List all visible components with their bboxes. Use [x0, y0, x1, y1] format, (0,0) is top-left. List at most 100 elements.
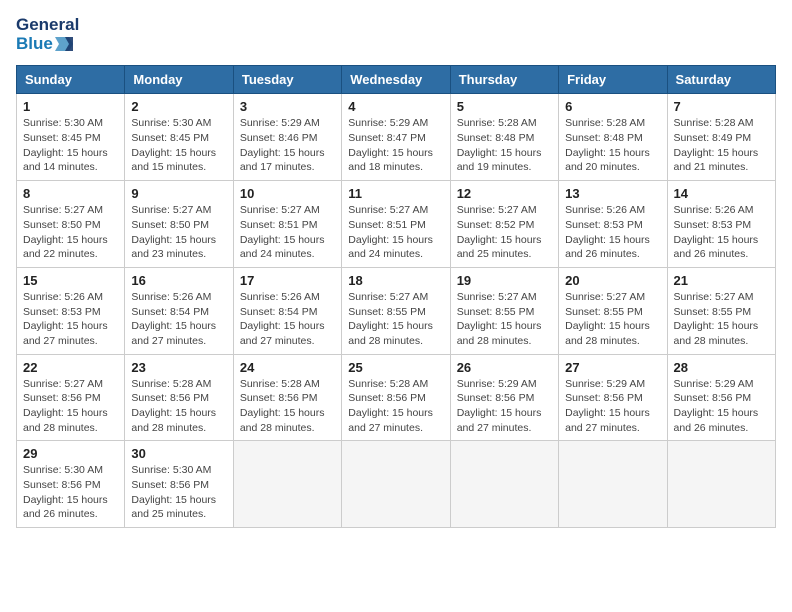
day-info: Sunrise: 5:29 AMSunset: 8:56 PMDaylight:…	[457, 377, 552, 436]
calendar-day-cell: 5 Sunrise: 5:28 AMSunset: 8:48 PMDaylight…	[450, 94, 558, 181]
weekday-header-row: SundayMondayTuesdayWednesdayThursdayFrid…	[17, 66, 776, 94]
calendar-day-cell: 24 Sunrise: 5:28 AMSunset: 8:56 PMDayligh…	[233, 354, 341, 441]
day-number: 25	[348, 360, 443, 375]
weekday-header-sunday: Sunday	[17, 66, 125, 94]
day-number: 5	[457, 99, 552, 114]
day-number: 12	[457, 186, 552, 201]
day-info: Sunrise: 5:27 AMSunset: 8:55 PMDaylight:…	[457, 290, 552, 349]
day-number: 11	[348, 186, 443, 201]
day-info: Sunrise: 5:27 AMSunset: 8:50 PMDaylight:…	[23, 203, 118, 262]
day-number: 1	[23, 99, 118, 114]
day-info: Sunrise: 5:28 AMSunset: 8:49 PMDaylight:…	[674, 116, 769, 175]
calendar-day-cell: 7 Sunrise: 5:28 AMSunset: 8:49 PMDaylight…	[667, 94, 775, 181]
calendar-day-cell: 27Sunrise: 5:29 AMSunset: 8:56 PMDayligh…	[559, 354, 667, 441]
calendar-week-row: 29 Sunrise: 5:30 AMSunset: 8:56 PMDayligh…	[17, 441, 776, 528]
calendar-week-row: 22Sunrise: 5:27 AMSunset: 8:56 PMDayligh…	[17, 354, 776, 441]
calendar-day-cell: 2 Sunrise: 5:30 AMSunset: 8:45 PMDaylight…	[125, 94, 233, 181]
day-info: Sunrise: 5:30 AMSunset: 8:45 PMDaylight:…	[23, 116, 118, 175]
calendar-day-cell: 11Sunrise: 5:27 AMSunset: 8:51 PMDayligh…	[342, 181, 450, 268]
day-info: Sunrise: 5:26 AMSunset: 8:53 PMDaylight:…	[23, 290, 118, 349]
weekday-header-friday: Friday	[559, 66, 667, 94]
calendar-day-cell	[667, 441, 775, 528]
logo-general: General	[16, 16, 79, 35]
day-info: Sunrise: 5:26 AMSunset: 8:54 PMDaylight:…	[240, 290, 335, 349]
calendar-day-cell	[233, 441, 341, 528]
calendar-day-cell	[450, 441, 558, 528]
day-number: 6	[565, 99, 660, 114]
day-info: Sunrise: 5:28 AMSunset: 8:48 PMDaylight:…	[457, 116, 552, 175]
day-info: Sunrise: 5:27 AMSunset: 8:55 PMDaylight:…	[348, 290, 443, 349]
calendar-day-cell: 8 Sunrise: 5:27 AMSunset: 8:50 PMDaylight…	[17, 181, 125, 268]
day-info: Sunrise: 5:28 AMSunset: 8:56 PMDaylight:…	[131, 377, 226, 436]
day-number: 19	[457, 273, 552, 288]
day-info: Sunrise: 5:27 AMSunset: 8:51 PMDaylight:…	[240, 203, 335, 262]
day-number: 16	[131, 273, 226, 288]
calendar-day-cell	[342, 441, 450, 528]
day-number: 14	[674, 186, 769, 201]
calendar-day-cell: 15 Sunrise: 5:26 AMSunset: 8:53 PMDayligh…	[17, 267, 125, 354]
day-number: 23	[131, 360, 226, 375]
calendar-day-cell: 25 Sunrise: 5:28 AMSunset: 8:56 PMDayligh…	[342, 354, 450, 441]
day-info: Sunrise: 5:27 AMSunset: 8:55 PMDaylight:…	[674, 290, 769, 349]
weekday-header-saturday: Saturday	[667, 66, 775, 94]
calendar-day-cell: 30Sunrise: 5:30 AMSunset: 8:56 PMDayligh…	[125, 441, 233, 528]
calendar-day-cell: 23 Sunrise: 5:28 AMSunset: 8:56 PMDayligh…	[125, 354, 233, 441]
calendar-day-cell: 4 Sunrise: 5:29 AMSunset: 8:47 PMDaylight…	[342, 94, 450, 181]
calendar-day-cell: 28 Sunrise: 5:29 AMSunset: 8:56 PMDayligh…	[667, 354, 775, 441]
day-info: Sunrise: 5:30 AMSunset: 8:56 PMDaylight:…	[23, 463, 118, 522]
day-info: Sunrise: 5:28 AMSunset: 8:56 PMDaylight:…	[240, 377, 335, 436]
day-info: Sunrise: 5:28 AMSunset: 8:48 PMDaylight:…	[565, 116, 660, 175]
calendar-day-cell: 14 Sunrise: 5:26 AMSunset: 8:53 PMDayligh…	[667, 181, 775, 268]
day-info: Sunrise: 5:27 AMSunset: 8:50 PMDaylight:…	[131, 203, 226, 262]
day-number: 7	[674, 99, 769, 114]
day-number: 20	[565, 273, 660, 288]
day-number: 17	[240, 273, 335, 288]
day-info: Sunrise: 5:27 AMSunset: 8:56 PMDaylight:…	[23, 377, 118, 436]
day-number: 30	[131, 446, 226, 461]
day-info: Sunrise: 5:26 AMSunset: 8:54 PMDaylight:…	[131, 290, 226, 349]
logo-blue: Blue	[16, 35, 79, 54]
calendar-day-cell: 29 Sunrise: 5:30 AMSunset: 8:56 PMDayligh…	[17, 441, 125, 528]
weekday-header-tuesday: Tuesday	[233, 66, 341, 94]
day-info: Sunrise: 5:29 AMSunset: 8:47 PMDaylight:…	[348, 116, 443, 175]
day-info: Sunrise: 5:26 AMSunset: 8:53 PMDaylight:…	[674, 203, 769, 262]
calendar-day-cell: 22Sunrise: 5:27 AMSunset: 8:56 PMDayligh…	[17, 354, 125, 441]
day-info: Sunrise: 5:29 AMSunset: 8:46 PMDaylight:…	[240, 116, 335, 175]
logo-arrow-icon	[55, 37, 73, 51]
weekday-header-monday: Monday	[125, 66, 233, 94]
day-number: 15	[23, 273, 118, 288]
day-number: 10	[240, 186, 335, 201]
calendar-day-cell: 26 Sunrise: 5:29 AMSunset: 8:56 PMDayligh…	[450, 354, 558, 441]
day-number: 18	[348, 273, 443, 288]
day-number: 26	[457, 360, 552, 375]
day-info: Sunrise: 5:27 AMSunset: 8:52 PMDaylight:…	[457, 203, 552, 262]
day-number: 29	[23, 446, 118, 461]
day-number: 4	[348, 99, 443, 114]
day-number: 2	[131, 99, 226, 114]
day-number: 9	[131, 186, 226, 201]
day-number: 13	[565, 186, 660, 201]
calendar-day-cell: 10 Sunrise: 5:27 AMSunset: 8:51 PMDayligh…	[233, 181, 341, 268]
day-info: Sunrise: 5:26 AMSunset: 8:53 PMDaylight:…	[565, 203, 660, 262]
day-number: 24	[240, 360, 335, 375]
calendar-day-cell: 3Sunrise: 5:29 AMSunset: 8:46 PMDaylight…	[233, 94, 341, 181]
day-number: 28	[674, 360, 769, 375]
calendar-day-cell	[559, 441, 667, 528]
day-info: Sunrise: 5:30 AMSunset: 8:45 PMDaylight:…	[131, 116, 226, 175]
calendar-day-cell: 13 Sunrise: 5:26 AMSunset: 8:53 PMDayligh…	[559, 181, 667, 268]
calendar-week-row: 8 Sunrise: 5:27 AMSunset: 8:50 PMDaylight…	[17, 181, 776, 268]
day-number: 8	[23, 186, 118, 201]
calendar-day-cell: 6 Sunrise: 5:28 AMSunset: 8:48 PMDaylight…	[559, 94, 667, 181]
day-info: Sunrise: 5:29 AMSunset: 8:56 PMDaylight:…	[674, 377, 769, 436]
calendar-day-cell: 21 Sunrise: 5:27 AMSunset: 8:55 PMDayligh…	[667, 267, 775, 354]
calendar-table: SundayMondayTuesdayWednesdayThursdayFrid…	[16, 65, 776, 528]
page-header: General Blue	[16, 16, 776, 53]
day-info: Sunrise: 5:27 AMSunset: 8:55 PMDaylight:…	[565, 290, 660, 349]
day-number: 21	[674, 273, 769, 288]
calendar-day-cell: 16 Sunrise: 5:26 AMSunset: 8:54 PMDayligh…	[125, 267, 233, 354]
day-number: 27	[565, 360, 660, 375]
calendar-day-cell: 9 Sunrise: 5:27 AMSunset: 8:50 PMDaylight…	[125, 181, 233, 268]
calendar-week-row: 1 Sunrise: 5:30 AMSunset: 8:45 PMDaylight…	[17, 94, 776, 181]
day-info: Sunrise: 5:28 AMSunset: 8:56 PMDaylight:…	[348, 377, 443, 436]
weekday-header-thursday: Thursday	[450, 66, 558, 94]
